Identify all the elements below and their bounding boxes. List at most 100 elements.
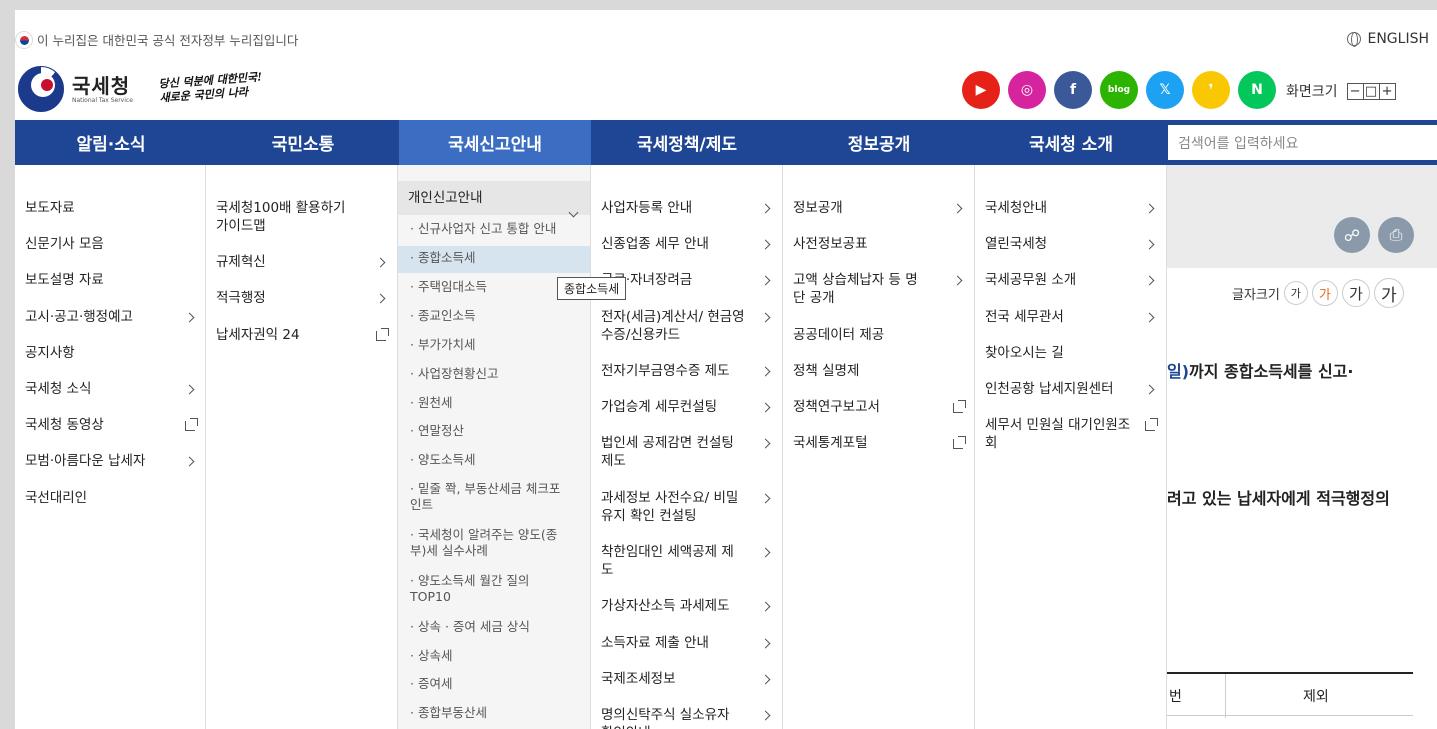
menu-policy-item[interactable]: 사업자등록 안내 <box>601 199 746 217</box>
chevron-down-icon <box>568 207 579 218</box>
menu-policy-item[interactable]: 명의신탁주식 실소유자 확인안내 <box>601 706 746 729</box>
menu-news-item[interactable]: 국세청 소식 <box>25 380 175 398</box>
search-input[interactable]: 검색어를 입력하세요 <box>1168 125 1437 160</box>
nav-item-policy[interactable]: 국세정책/제도 <box>591 120 783 165</box>
menu-about-item[interactable]: 인천공항 납세지원센터 <box>985 380 1135 398</box>
youtube-icon[interactable]: ▶ <box>962 71 1000 109</box>
menu-policy-item[interactable]: 전자(세금)계산서/ 현금영수증/신용카드 <box>601 308 746 344</box>
english-link[interactable]: ENGLISH <box>1347 31 1429 47</box>
menu-disclosure-item[interactable]: 국세통계포털 <box>793 434 918 452</box>
menu-about-item[interactable]: 전국 세무관서 <box>985 308 1135 326</box>
menu-comm-item[interactable]: 적극행정 <box>216 289 361 307</box>
menu-about-item[interactable]: 세무서 민원실 대기인원조회 <box>985 416 1135 452</box>
menu-news-item[interactable]: 고시·공고·행정예고 <box>25 308 175 326</box>
menu-filing-item[interactable]: 부가가치세 <box>410 337 570 353</box>
chevron-right-icon <box>760 275 771 286</box>
menu-filing-item[interactable]: 연말정산 <box>410 423 570 439</box>
nav-item-news[interactable]: 알림·소식 <box>15 120 207 165</box>
menu-about-item[interactable]: 국세공무원 소개 <box>985 271 1135 289</box>
menu-filing-item[interactable]: 종합소득세 <box>410 250 570 266</box>
screen-size-label: 화면크기 <box>1286 84 1338 100</box>
zoom-out-button[interactable]: − <box>1346 82 1364 100</box>
globe-icon <box>1347 32 1362 47</box>
naver-post-icon[interactable]: N <box>1238 71 1276 109</box>
chevron-right-icon <box>760 203 771 214</box>
menu-filing-item[interactable]: 증여세 <box>410 676 570 692</box>
menu-disclosure-item[interactable]: 정보공개 <box>793 199 918 217</box>
menu-filing-item[interactable]: 신규사업자 신고 통합 안내 <box>410 221 570 237</box>
font-size-xlarge[interactable]: 가 <box>1373 278 1404 308</box>
menu-disclosure-item[interactable]: 정책연구보고서 <box>793 398 918 416</box>
kakao-icon[interactable]: ❜ <box>1192 71 1230 109</box>
share-icon[interactable]: ☍ <box>1334 217 1370 253</box>
chevron-right-icon <box>760 438 771 449</box>
external-link-icon <box>953 436 966 449</box>
menu-policy-item[interactable]: 과세정보 사전수요/ 비밀유지 확인 컨설팅 <box>601 489 746 525</box>
menu-policy-item[interactable]: 가업승계 세무컨설팅 <box>601 398 746 416</box>
menu-news-item[interactable]: 신문기사 모음 <box>25 235 175 253</box>
menu-policy-item[interactable]: 전자기부금영수증 제도 <box>601 362 746 380</box>
menu-about-item[interactable]: 국세청안내 <box>985 199 1135 217</box>
korea-flag-icon <box>15 30 33 49</box>
menu-about-item[interactable]: 열린국세청 <box>985 235 1135 253</box>
zoom-reset-button[interactable]: □ <box>1362 82 1380 100</box>
x-icon[interactable]: 𝕏 <box>1146 71 1184 109</box>
menu-news-item[interactable]: 공지사항 <box>25 344 175 362</box>
menu-filing-item[interactable]: 양도소득세 월간 질의 TOP10 <box>410 573 570 605</box>
font-size-default[interactable]: 가 <box>1311 280 1338 306</box>
menu-filing-item[interactable]: 종교인소득 <box>410 308 570 324</box>
menu-filing-item[interactable]: 밑줄 쫙, 부동산세금 체크포인트 <box>410 481 570 513</box>
menu-policy-item[interactable]: 가상자산소득 과세제도 <box>601 597 746 615</box>
logo[interactable]: 국세청 National Tax Service <box>18 66 133 112</box>
zoom-in-button[interactable]: + <box>1378 82 1396 100</box>
font-size-small[interactable]: 가 <box>1283 281 1308 305</box>
menu-col-news: 보도자료신문기사 모음보도설명 자료고시·공고·행정예고공지사항국세청 소식국세… <box>15 165 206 729</box>
menu-comm-item[interactable]: 국세청100배 활용하기 가이드맵 <box>216 199 361 235</box>
menu-disclosure-item[interactable]: 공공데이터 제공 <box>793 326 918 344</box>
menu-policy-item[interactable]: 법인세 공제감면 컨설팅 제도 <box>601 434 746 470</box>
menu-policy-item[interactable]: 착한임대인 세액공제 제도 <box>601 543 746 579</box>
menu-comm-item[interactable]: 규제혁신 <box>216 253 361 271</box>
menu-about-item[interactable]: 찾아오시는 길 <box>985 344 1135 362</box>
nav-item-about[interactable]: 국세청 소개 <box>975 120 1167 165</box>
menu-disclosure-item[interactable]: 정책 실명제 <box>793 362 918 380</box>
menu-col-about: 국세청안내열린국세청국세공무원 소개전국 세무관서찾아오시는 길인천공항 납세지… <box>975 165 1167 729</box>
menu-disclosure-item[interactable]: 사전정보공표 <box>793 235 918 253</box>
menu-col-policy: 사업자등록 안내 신종업종 세무 안내 근로·자녀장려금 전자(세금)계산서/ 현금영… <box>591 165 783 729</box>
submenu-header[interactable]: 개인신고안내 <box>398 181 590 218</box>
menu-policy-item[interactable]: 국제조세정보 <box>601 670 746 688</box>
menu-filing-item[interactable]: 상속세 <box>410 648 570 664</box>
menu-disclosure-item[interactable]: 고액 상습체납자 등 명단 공개 <box>793 271 918 307</box>
menu-filing-item[interactable]: 상속 · 증여 세금 상식 <box>410 619 570 635</box>
menu-filing-item[interactable]: 원천세 <box>410 395 570 411</box>
chevron-right-icon <box>375 257 386 268</box>
nav-item-communication[interactable]: 국민소통 <box>207 120 399 165</box>
chevron-right-icon <box>760 710 771 721</box>
instagram-icon[interactable]: ◎ <box>1008 71 1046 109</box>
menu-filing-item[interactable]: 양도소득세 <box>410 452 570 468</box>
menu-filing-item[interactable]: 사업장현황신고 <box>410 366 570 382</box>
nav-item-tax-filing[interactable]: 국세신고안내 <box>399 120 591 165</box>
submenu-header-label: 개인신고안내 <box>408 190 483 206</box>
chevron-right-icon <box>760 601 771 612</box>
blog-icon[interactable]: blog <box>1100 71 1138 109</box>
menu-news-item[interactable]: 국선대리인 <box>25 489 175 507</box>
nav-item-disclosure[interactable]: 정보공개 <box>783 120 975 165</box>
menu-filing-item[interactable]: 국세청이 알려주는 양도(종부)세 실수사례 <box>410 527 570 559</box>
menu-policy-item[interactable]: 신종업종 세무 안내 <box>601 235 746 253</box>
font-size-large[interactable]: 가 <box>1341 279 1370 307</box>
logo-en: National Tax Service <box>72 96 133 104</box>
chevron-right-icon <box>952 203 963 214</box>
chevron-right-icon <box>1144 312 1155 323</box>
menu-filing-item[interactable]: 종합부동산세 <box>410 705 570 721</box>
menu-col-disclosure: 정보공개사전정보공표고액 상습체납자 등 명단 공개공공데이터 제공정책 실명제… <box>783 165 975 729</box>
menu-news-item[interactable]: 국세청 동영상 <box>25 416 175 434</box>
print-icon[interactable]: ⎙ <box>1378 217 1414 253</box>
menu-policy-item[interactable]: 소득자료 제출 안내 <box>601 634 746 652</box>
facebook-icon[interactable]: f <box>1054 71 1092 109</box>
menu-filing-item[interactable]: 주택임대소득 <box>410 279 570 295</box>
menu-comm-item[interactable]: 납세자권익 24 <box>216 326 361 344</box>
menu-news-item[interactable]: 보도설명 자료 <box>25 271 175 289</box>
menu-news-item[interactable]: 보도자료 <box>25 199 175 217</box>
menu-news-item[interactable]: 모범·아름다운 납세자 <box>25 452 175 470</box>
